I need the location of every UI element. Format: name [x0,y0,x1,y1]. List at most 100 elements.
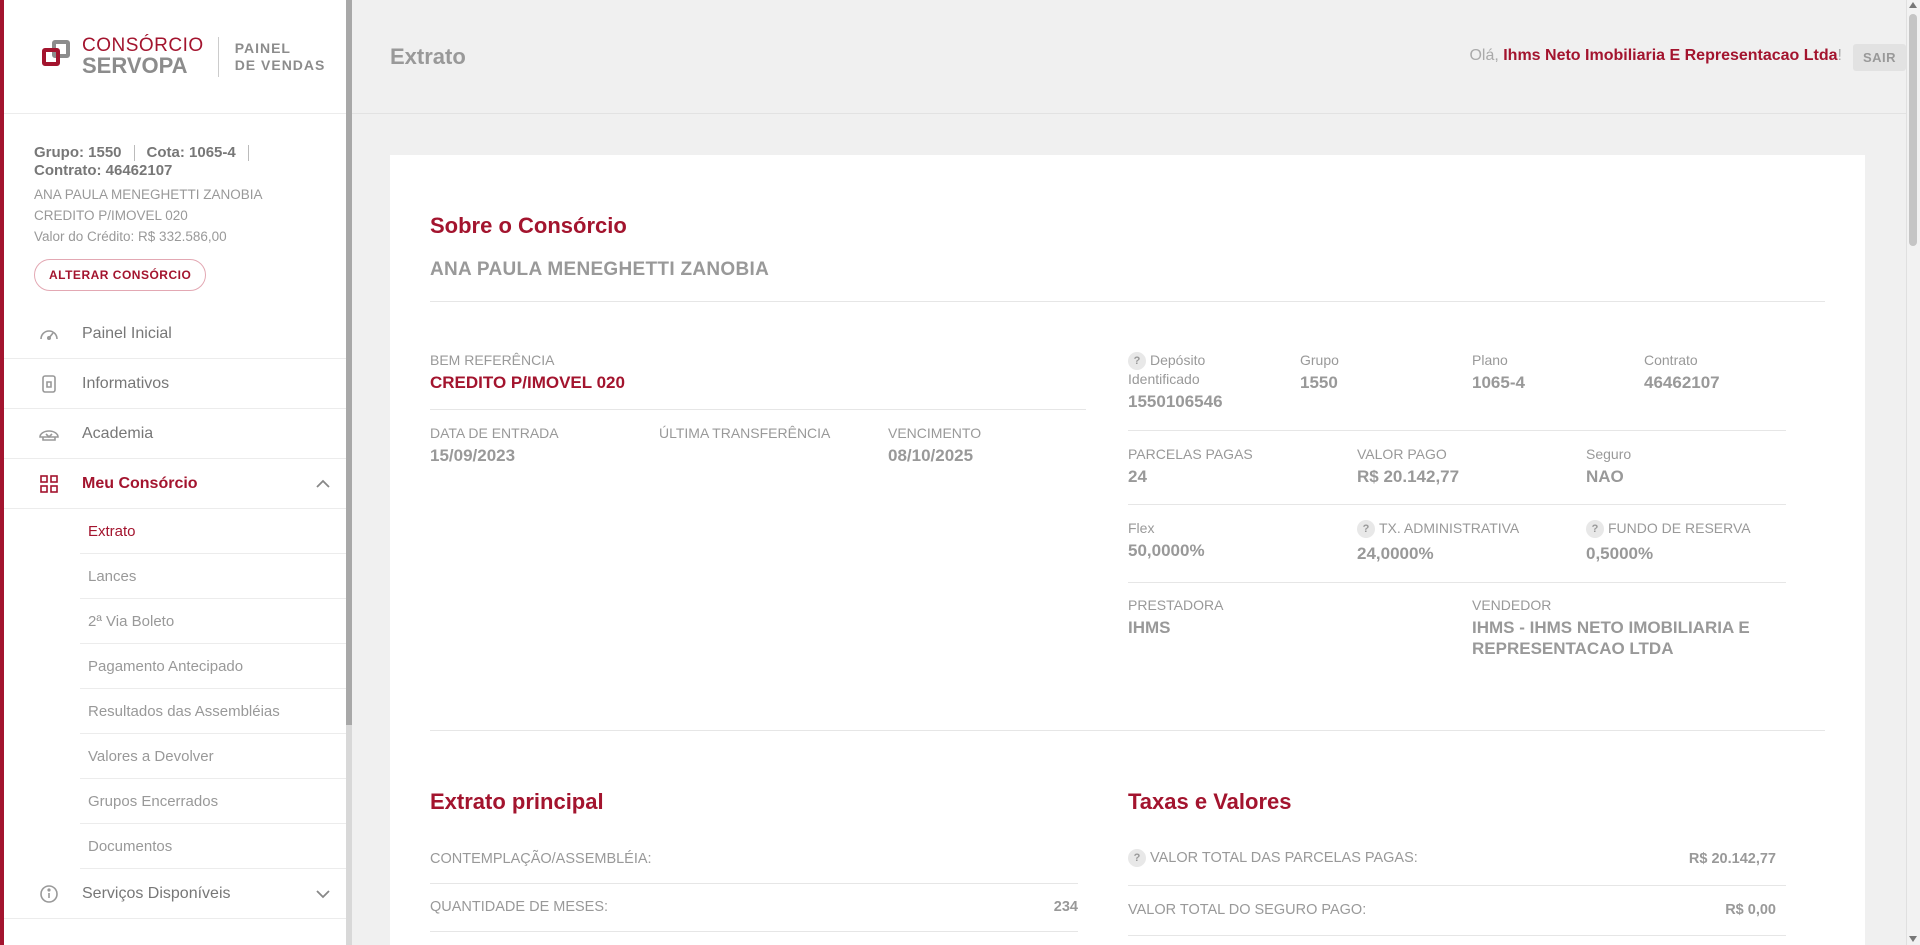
consortium-product: CREDITO P/IMOVEL 020 [34,208,188,223]
page-scrollbar-thumb[interactable] [1909,14,1917,246]
contrato-label: Contrato [1644,352,1698,368]
plano-label: Plano [1472,352,1508,368]
subnav-item-lances[interactable]: Lances [80,554,346,599]
help-icon[interactable]: ? [1128,849,1146,867]
subnav-item-pagamento-antecipado[interactable]: Pagamento Antecipado [80,644,346,689]
contrato-value: 46462107 [1644,373,1720,392]
divider [430,301,1825,302]
grid-icon [38,473,60,495]
group-number: Grupo: 1550 [34,144,122,161]
nav-item-painel-inicial[interactable]: Painel Inicial [4,309,346,359]
divider [430,409,1086,410]
valor-pago-label: VALOR PAGO [1357,446,1447,462]
extrato-card: Sobre o Consórcio ANA PAULA MENEGHETTI Z… [390,155,1865,945]
taxa-administrativa-label: ? TX. ADMINISTRATIVA [1357,519,1519,539]
deposito-identificado-value: 1550106546 [1128,392,1223,411]
nav-item-informativos[interactable]: Informativos [4,359,346,409]
subnav-item-2a-via-boleto[interactable]: 2ª Via Boleto [80,599,346,644]
valor-total-parcelas-label: ? VALOR TOTAL DAS PARCELAS PAGAS: [1128,849,1418,867]
extrato-principal-title: Extrato principal [430,789,604,814]
parcelas-pagas-label: PARCELAS PAGAS [1128,446,1253,462]
divider [1128,582,1786,583]
nav-label: Meu Consórcio [82,474,198,492]
taxa-administrativa-value: 24,0000% [1357,544,1434,563]
valor-total-seguro-value: R$ 0,00 [1725,902,1776,918]
chevron-up-icon[interactable] [314,475,332,498]
flex-label: Flex [1128,520,1155,536]
nav-item-servicos-disponiveis[interactable]: Serviços Disponíveis [4,869,346,919]
logout-button[interactable]: SAIR [1852,44,1906,71]
seguro-value: NAO [1586,467,1624,486]
flex-value: 50,0000% [1128,541,1205,560]
seguro-label: Seguro [1586,446,1632,462]
subnav-item-grupos-encerrados[interactable]: Grupos Encerrados [80,779,346,824]
about-section-title: Sobre o Consórcio [430,213,627,238]
help-icon[interactable]: ? [1128,352,1146,371]
subnav-item-valores-a-devolver[interactable]: Valores a Devolver [80,734,346,779]
taxas-valores-title: Taxas e Valores [1128,789,1292,814]
speedometer-icon [38,323,60,345]
deposito-identificado-label: ? Depósito Identificado [1128,352,1206,388]
nav-item-academia[interactable]: Academia [4,409,346,459]
divider [1128,430,1786,431]
data-entrada-label: DATA DE ENTRADA [430,425,559,441]
nav-label: Serviços Disponíveis [82,884,231,902]
consortium-info: Grupo: 1550 Cota: 1065-4 Contrato: 464621… [4,114,346,291]
subnav-item-documentos[interactable]: Documentos [80,824,346,869]
valor-pago-value: R$ 20.142,77 [1357,467,1460,486]
vendedor-label: VENDEDOR [1472,597,1552,613]
grupo-label: Grupo [1300,352,1339,368]
user-greeting: Olá, Ihms Neto Imobiliaria E Representac… [1469,47,1842,65]
servopa-logo-icon[interactable] [42,39,76,74]
bem-referencia-value: CREDITO P/IMOVEL 020 [430,373,625,392]
main-nav: Painel Inicial Informativos Academia Meu… [0,309,346,919]
divider [1128,885,1786,886]
prestadora-label: PRESTADORA [1128,597,1224,613]
help-icon[interactable]: ? [1357,520,1375,539]
plano-value: 1065-4 [1472,373,1525,392]
vencimento-label: VENCIMENTO [888,425,982,441]
chevron-down-icon[interactable] [314,885,332,908]
owner-name: ANA PAULA MENEGHETTI ZANOBIA [430,259,770,280]
info-icon [38,883,60,905]
logo-divider [217,36,219,77]
greeting-text: Olá, [1469,47,1499,64]
divider [430,883,1078,884]
quota-number: Cota: 1065-4 [146,144,236,161]
brand-header: CONSÓRCIO SERVOPA PAINEL DE VENDAS [4,0,346,114]
panel-label-line1: PAINEL [234,39,291,56]
fundo-reserva-value: 0,5000% [1586,544,1654,563]
parcelas-pagas-value: 24 [1128,467,1147,486]
user-name: Ihms Neto Imobiliaria E Representacao Lt… [1503,47,1838,64]
scroll-up-arrow-icon[interactable] [1909,2,1917,8]
consortium-owner: ANA PAULA MENEGHETTI ZANOBIA [34,187,263,202]
help-icon[interactable]: ? [1586,520,1604,539]
valor-total-parcelas-value: R$ 20.142,77 [1688,851,1776,867]
logo-text[interactable]: CONSÓRCIO SERVOPA [82,36,204,77]
nav-label: Painel Inicial [82,324,172,342]
quantidade-meses-label: QUANTIDADE DE MESES: [430,899,609,915]
fundo-reserva-label: ? FUNDO DE RESERVA [1586,519,1751,539]
nav-item-meu-consorcio[interactable]: Meu Consórcio [0,459,346,509]
greeting-end: ! [1837,47,1842,64]
nav-label: Informativos [82,374,170,392]
contract-number: Contrato: 46462107 [34,162,173,179]
ultima-transferencia-label: ÚLTIMA TRANSFERÊNCIA [659,425,831,441]
change-consortium-button[interactable]: ALTERAR CONSÓRCIO [34,259,207,291]
document-icon [38,373,60,395]
page-scrollbar[interactable] [1906,0,1920,945]
subnav-item-extrato[interactable]: Extrato [80,509,346,554]
prestadora-value: IHMS [1128,618,1171,637]
subnav-item-resultados-assembleias[interactable]: Resultados das Assembléias [80,689,346,734]
scroll-down-arrow-icon[interactable] [1909,936,1917,942]
divider [1128,935,1786,936]
divider [430,931,1078,932]
bem-referencia-label: BEM REFERÊNCIA [430,352,555,368]
divider [1128,504,1786,505]
page-header: Extrato Olá, Ihms Neto Imobiliaria E Rep… [352,0,1906,114]
quantidade-meses-value: 234 [1053,899,1078,915]
valor-total-seguro-label: VALOR TOTAL DO SEGURO PAGO: [1128,902,1367,918]
page-title: Extrato [390,44,466,69]
nav-label: Academia [82,424,154,442]
sidebar-scrollbar[interactable] [346,0,352,945]
